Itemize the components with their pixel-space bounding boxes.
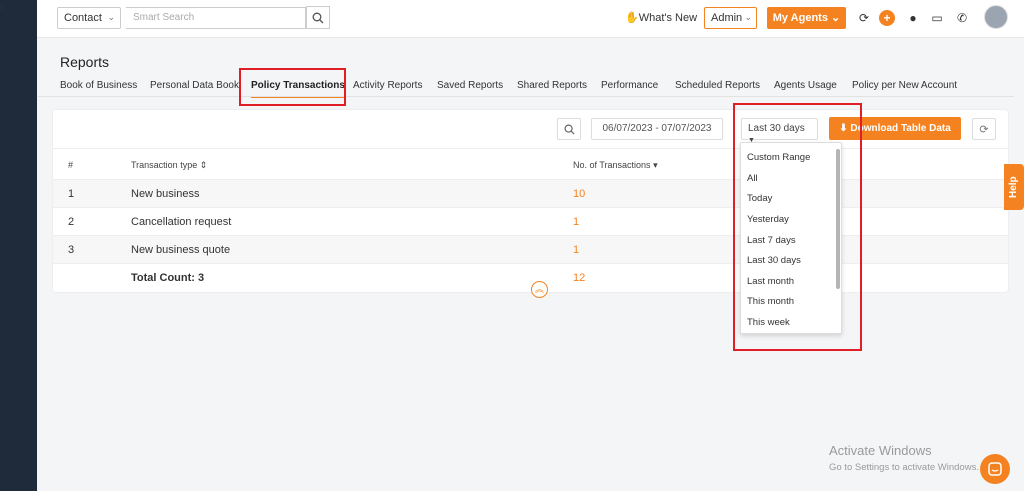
- tabs-divider: [38, 96, 1014, 97]
- tab-policy-per-new-account[interactable]: Policy per New Account: [852, 80, 957, 91]
- report-panel: 06/07/2023 - 07/07/2023 Last 30 days ▼ ⬇…: [53, 110, 1008, 298]
- table-header: # Transaction type ⇕ No. of Transactions…: [53, 148, 1008, 180]
- row-type: New business: [131, 188, 200, 200]
- whats-new-link[interactable]: ✋What's New: [625, 11, 697, 24]
- header-index: #: [68, 160, 74, 170]
- topbar: Contact ⌄ Smart Search ✋What's New Admin…: [37, 0, 1024, 38]
- whats-new-label: What's New: [638, 12, 698, 24]
- row-count[interactable]: 10: [573, 188, 585, 200]
- total-value: 12: [573, 272, 586, 284]
- header-transaction-type[interactable]: Transaction type ⇕: [131, 160, 207, 171]
- highlight-box-tab: [239, 68, 346, 106]
- chat-icon: [988, 462, 1002, 476]
- my-agents-label: My Agents: [772, 12, 828, 24]
- admin-select[interactable]: Admin ⌄: [704, 7, 757, 29]
- tab-book-of-business[interactable]: Book of Business: [60, 80, 137, 91]
- sort-down-icon: ▾: [653, 160, 658, 170]
- avatar[interactable]: [984, 5, 1008, 29]
- table-row: 3 New business quote 1: [53, 236, 1008, 264]
- collapse-up-button[interactable]: ︽: [531, 281, 548, 298]
- chevron-down-icon: ⌄: [107, 12, 115, 22]
- table-row: 1 New business 10: [53, 180, 1008, 208]
- my-agents-button[interactable]: My Agents ⌄: [767, 7, 846, 29]
- search-button[interactable]: [306, 6, 330, 29]
- header-transaction-count-label: No. of Transactions: [573, 160, 651, 170]
- highlight-box-dropdown: [733, 103, 862, 351]
- tab-performance[interactable]: Performance: [601, 80, 658, 91]
- refresh-table-button[interactable]: ⟳: [972, 118, 996, 140]
- help-tab[interactable]: Help: [1004, 164, 1024, 210]
- activate-subtitle: Go to Settings to activate Windows.: [829, 462, 979, 473]
- activate-title: Activate Windows: [829, 443, 932, 458]
- row-index: 3: [68, 244, 75, 256]
- row-count[interactable]: 1: [573, 216, 579, 228]
- row-type: New business quote: [131, 244, 231, 256]
- page-title: Reports: [60, 54, 110, 70]
- tab-agents-usage[interactable]: Agents Usage: [774, 80, 837, 91]
- admin-select-value: Admin: [711, 12, 743, 24]
- total-label: Total Count: 3: [131, 272, 205, 284]
- notification-icon[interactable]: ▭: [929, 10, 945, 26]
- date-range-input[interactable]: 06/07/2023 - 07/07/2023: [591, 118, 723, 140]
- row-type: Cancellation request: [131, 216, 232, 228]
- header-transaction-count[interactable]: No. of Transactions ▾: [573, 160, 658, 171]
- contact-select-value: Contact: [64, 12, 102, 24]
- add-icon[interactable]: +: [879, 10, 895, 26]
- download-label: Download Table Data: [850, 123, 951, 134]
- refresh-icon[interactable]: ⟳: [856, 10, 872, 26]
- chat-button[interactable]: [980, 454, 1010, 484]
- chevron-down-icon: ⌄: [744, 12, 752, 22]
- tab-saved-reports[interactable]: Saved Reports: [437, 80, 503, 91]
- activate-windows-watermark: Activate Windows Go to Settings to activ…: [829, 443, 979, 473]
- search-icon: [312, 12, 324, 23]
- search-icon: [564, 124, 575, 135]
- table-search-button[interactable]: [557, 118, 581, 140]
- tab-shared-reports[interactable]: Shared Reports: [517, 80, 587, 91]
- phone-icon[interactable]: ✆: [954, 10, 970, 26]
- row-index: 1: [68, 188, 75, 200]
- header-transaction-type-label: Transaction type: [131, 160, 198, 170]
- tab-activity-reports[interactable]: Activity Reports: [353, 80, 422, 91]
- contact-select[interactable]: Contact ⌄: [57, 7, 121, 29]
- row-index: 2: [68, 216, 75, 228]
- row-count[interactable]: 1: [573, 244, 579, 256]
- sidebar-collapse-button[interactable]: ›: [0, 0, 37, 491]
- tab-scheduled-reports[interactable]: Scheduled Reports: [675, 80, 760, 91]
- table-row: 2 Cancellation request 1: [53, 208, 1008, 236]
- sort-icon: ⇕: [199, 160, 208, 170]
- user-icon[interactable]: ●: [905, 10, 921, 26]
- hand-icon: ✋: [625, 12, 639, 24]
- smart-search-input[interactable]: Smart Search: [126, 7, 306, 29]
- refresh-icon: ⟳: [979, 123, 989, 136]
- double-chevron-up-icon: ︽: [534, 284, 544, 294]
- tab-personal-data-book[interactable]: Personal Data Book: [150, 80, 239, 91]
